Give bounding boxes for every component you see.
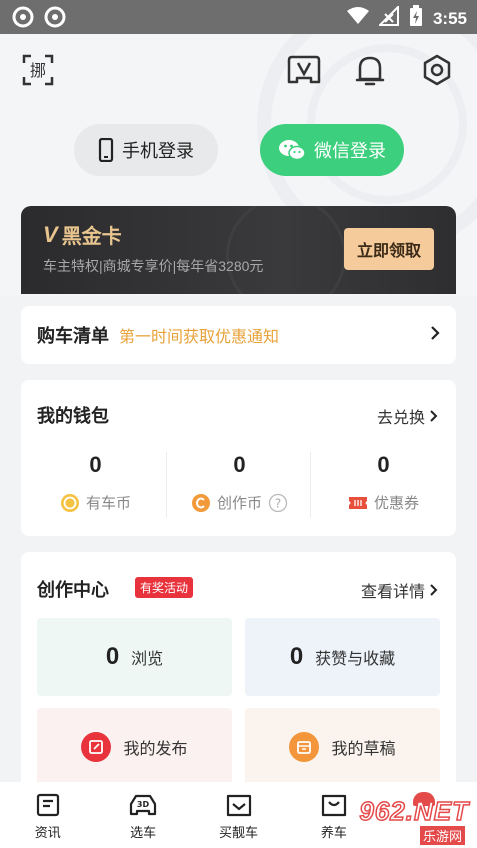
car-coin-label: 有车币 [85, 495, 131, 512]
watermark-subtext: 乐游网 [419, 826, 465, 845]
my-publish-tile[interactable]: 我的发布 [37, 708, 232, 786]
tab-buy-car-label: 买靓车 [219, 825, 259, 840]
car-coin-value: 0 [89, 452, 102, 477]
watermark-text: 962.NET [359, 795, 469, 827]
wallet-card: 我的钱包 去兑换 0 有车币 0 创作币 ? 0 优惠券 [21, 380, 456, 536]
my-drafts-label: 我的草稿 [331, 741, 396, 758]
creation-center-card: 创作中心 有奖活动 查看详情 0 浏览 0 获赞与收藏 我的发布 我的草稿 [21, 552, 456, 792]
tab-select-car[interactable]: 3D 选车 [95, 782, 190, 848]
reward-activity-badge[interactable]: 有奖活动 [135, 577, 194, 598]
chevron-right-icon [430, 410, 438, 422]
phone-login-button[interactable]: 手机登录 [74, 124, 218, 176]
vip-card-title: V 黑金卡 [43, 220, 122, 249]
tab-news[interactable]: 资讯 [0, 782, 95, 848]
scan-icon: 挪 [22, 54, 54, 86]
sync-icon [44, 6, 66, 33]
coupon-value: 0 [377, 452, 390, 477]
help-icon[interactable]: ? [268, 493, 288, 513]
phone-icon [98, 138, 114, 162]
publish-icon [81, 732, 112, 762]
vip-card-banner[interactable]: V 黑金卡 车主特权|商城专享价|每年省3280元 立即领取 [21, 206, 456, 294]
likes-label: 获赞与收藏 [315, 651, 396, 668]
svg-text:挪: 挪 [30, 61, 46, 80]
likes-value: 0 [289, 643, 304, 670]
views-label: 浏览 [131, 651, 164, 668]
wallet-title: 我的钱包 [37, 406, 109, 426]
vip-card-name: 黑金卡 [61, 226, 122, 248]
likes-favorites-tile[interactable]: 0 获赞与收藏 [245, 618, 440, 696]
site-watermark: 962.NET 乐游网 [307, 786, 477, 848]
wifi-icon [346, 7, 369, 30]
redeem-link[interactable]: 去兑换 [377, 404, 438, 428]
phone-login-label: 手机登录 [122, 141, 194, 161]
claim-now-button[interactable]: 立即领取 [344, 228, 434, 270]
car-list-title: 购车清单 [37, 326, 109, 346]
tab-select-car-label: 选车 [130, 825, 157, 840]
sync-icon [12, 6, 34, 33]
car-3d-icon: 3D [130, 794, 157, 816]
settings-button[interactable] [419, 52, 455, 88]
coupon-icon [348, 496, 367, 509]
wallet-item-car-coin[interactable]: 0 有车币 [23, 452, 168, 513]
notifications-button[interactable] [352, 52, 388, 88]
views-value: 0 [105, 643, 120, 670]
creator-coin-value: 0 [233, 452, 246, 477]
vip-logo-icon: V [43, 221, 58, 247]
views-tile[interactable]: 0 浏览 [37, 618, 232, 696]
v-badge-icon [287, 55, 321, 84]
vip-garage-button[interactable] [286, 52, 322, 88]
creation-center-title: 创作中心 [37, 580, 109, 600]
coupon-label: 优惠券 [373, 495, 419, 512]
wechat-icon [279, 140, 306, 161]
tab-news-label: 资讯 [34, 825, 61, 840]
chevron-right-icon [430, 584, 438, 596]
tab-buy-car[interactable]: 买靓车 [191, 782, 286, 848]
my-drafts-tile[interactable]: 我的草稿 [245, 708, 440, 786]
scan-button[interactable]: 挪 [20, 52, 56, 88]
wechat-login-button[interactable]: 微信登录 [260, 124, 404, 176]
chevron-right-icon [430, 325, 440, 346]
drafts-icon [289, 732, 320, 762]
battery-icon [409, 5, 423, 32]
coin-icon [60, 493, 79, 512]
news-icon [36, 793, 59, 817]
svg-text:?: ? [275, 496, 281, 510]
shop-car-icon [226, 794, 251, 817]
gear-icon [423, 54, 451, 86]
wechat-login-label: 微信登录 [314, 141, 386, 161]
redeem-label: 去兑换 [376, 410, 425, 427]
card-watermark [226, 206, 346, 294]
creator-coin-icon [191, 493, 210, 512]
view-details-label: 查看详情 [360, 584, 425, 601]
signal-icon [377, 4, 399, 31]
my-publish-label: 我的发布 [123, 741, 188, 758]
vip-card-description: 车主特权|商城专享价|每年省3280元 [43, 258, 264, 274]
car-purchase-list[interactable]: 购车清单 第一时间获取优惠通知 [21, 306, 456, 364]
creator-coin-label: 创作币 [216, 495, 262, 512]
bell-icon [355, 56, 385, 86]
view-details-link[interactable]: 查看详情 [361, 578, 438, 602]
wallet-item-creator-coin[interactable]: 0 创作币 ? [167, 452, 312, 513]
clock: 3:55 [432, 8, 467, 28]
wallet-item-coupon[interactable]: 0 优惠券 [311, 452, 456, 513]
status-bar: 3:55 [0, 0, 477, 34]
car-list-subtitle: 第一时间获取优惠通知 [119, 329, 280, 346]
svg-text:3D: 3D [137, 800, 150, 809]
